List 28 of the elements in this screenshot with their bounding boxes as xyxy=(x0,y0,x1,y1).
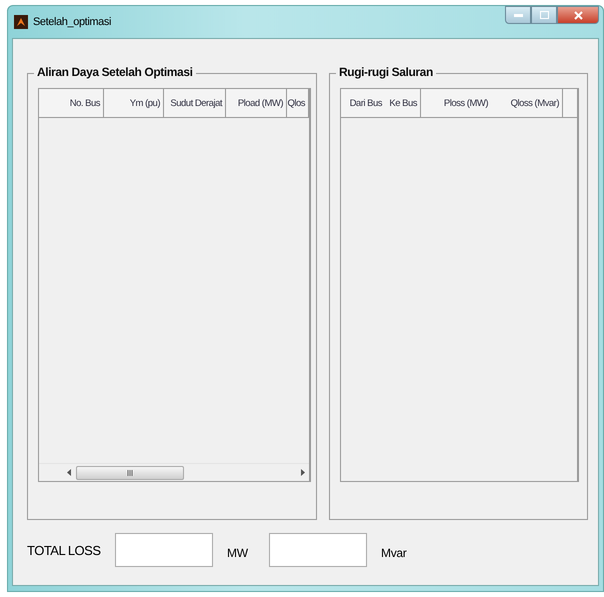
maximize-icon xyxy=(540,11,548,19)
column-header: No. Bus xyxy=(39,89,104,117)
panel-title: Rugi-rugi Saluran xyxy=(336,65,436,79)
unit-label: MW xyxy=(227,546,249,560)
minimize-icon xyxy=(514,13,522,17)
close-icon xyxy=(574,10,582,20)
maximize-button[interactable] xyxy=(531,6,557,24)
app-icon xyxy=(14,15,28,29)
input-field[interactable] xyxy=(269,533,367,567)
window-title: Setelah_optimasi xyxy=(33,16,111,28)
unit-label: Mvar xyxy=(381,546,408,560)
minimize-button[interactable] xyxy=(505,6,531,24)
column-header: Qlos xyxy=(287,89,309,117)
scroll-thumb[interactable] xyxy=(76,466,184,480)
horizontal-scrollbar[interactable] xyxy=(39,463,309,481)
total-loss-label: TOTAL LOSS xyxy=(27,542,102,558)
column-header: Ploss (MW) xyxy=(442,96,489,110)
left-arrow-icon[interactable] xyxy=(67,469,72,476)
column-header: Pload (MW) xyxy=(226,89,287,117)
close-button[interactable] xyxy=(557,6,599,24)
column-header: Sudut Derajat xyxy=(164,89,226,117)
input-field[interactable] xyxy=(115,533,213,567)
column-header: Dari Bus xyxy=(348,96,384,110)
right-arrow-icon[interactable] xyxy=(300,469,305,476)
column-header: Ke Bus xyxy=(385,89,421,117)
column-header: Qloss (Mvar) xyxy=(491,89,563,117)
column-header: Ym (pu) xyxy=(104,89,164,117)
panel-title: Aliran Daya Setelah Optimasi xyxy=(34,65,196,79)
